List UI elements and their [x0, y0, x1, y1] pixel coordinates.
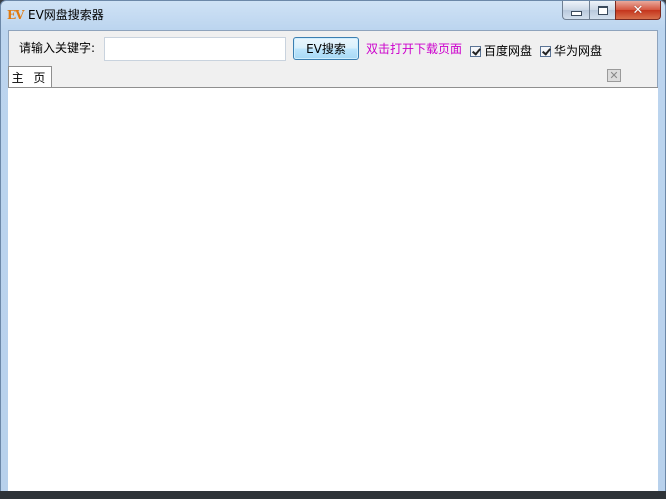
minimize-button[interactable]	[562, 1, 589, 20]
window-title: EV网盘搜索器	[28, 8, 104, 22]
ev-search-button[interactable]: EV搜索	[293, 37, 359, 60]
title-bar[interactable]: EV EV网盘搜索器 ✕	[1, 1, 665, 29]
checkbox-checked-icon[interactable]	[540, 45, 551, 57]
double-click-hint: 双击打开下载页面	[366, 42, 463, 56]
caption-buttons: ✕	[562, 1, 661, 21]
huawei-pan-label: 华为网盘	[554, 44, 603, 58]
tab-home[interactable]: 主 页	[8, 66, 52, 88]
maximize-button[interactable]	[589, 1, 615, 20]
desktop-background	[0, 491, 666, 499]
checkbox-checked-icon[interactable]	[470, 45, 481, 57]
close-button[interactable]: ✕	[615, 1, 661, 20]
client-area: 请输入关键字: EV搜索 双击打开下载页面 百度网盘 华为网盘 主 页 ✕	[8, 30, 658, 493]
app-window: EV EV网盘搜索器 ✕ 请输入关键字: EV搜索 双击打开下载页面 百度网盘 …	[0, 0, 666, 499]
results-panel[interactable]	[8, 87, 658, 493]
baidu-pan-checkbox[interactable]: 百度网盘	[470, 44, 532, 58]
maximize-icon	[597, 5, 608, 15]
tab-close-icon[interactable]: ✕	[607, 69, 621, 82]
keyword-label: 请输入关键字:	[19, 41, 96, 55]
minimize-icon	[570, 10, 582, 16]
baidu-pan-label: 百度网盘	[484, 44, 533, 58]
keyword-input[interactable]	[104, 37, 286, 61]
app-logo-icon: EV	[7, 8, 24, 22]
close-icon: ✕	[632, 2, 644, 18]
huawei-pan-checkbox[interactable]: 华为网盘	[540, 44, 602, 58]
